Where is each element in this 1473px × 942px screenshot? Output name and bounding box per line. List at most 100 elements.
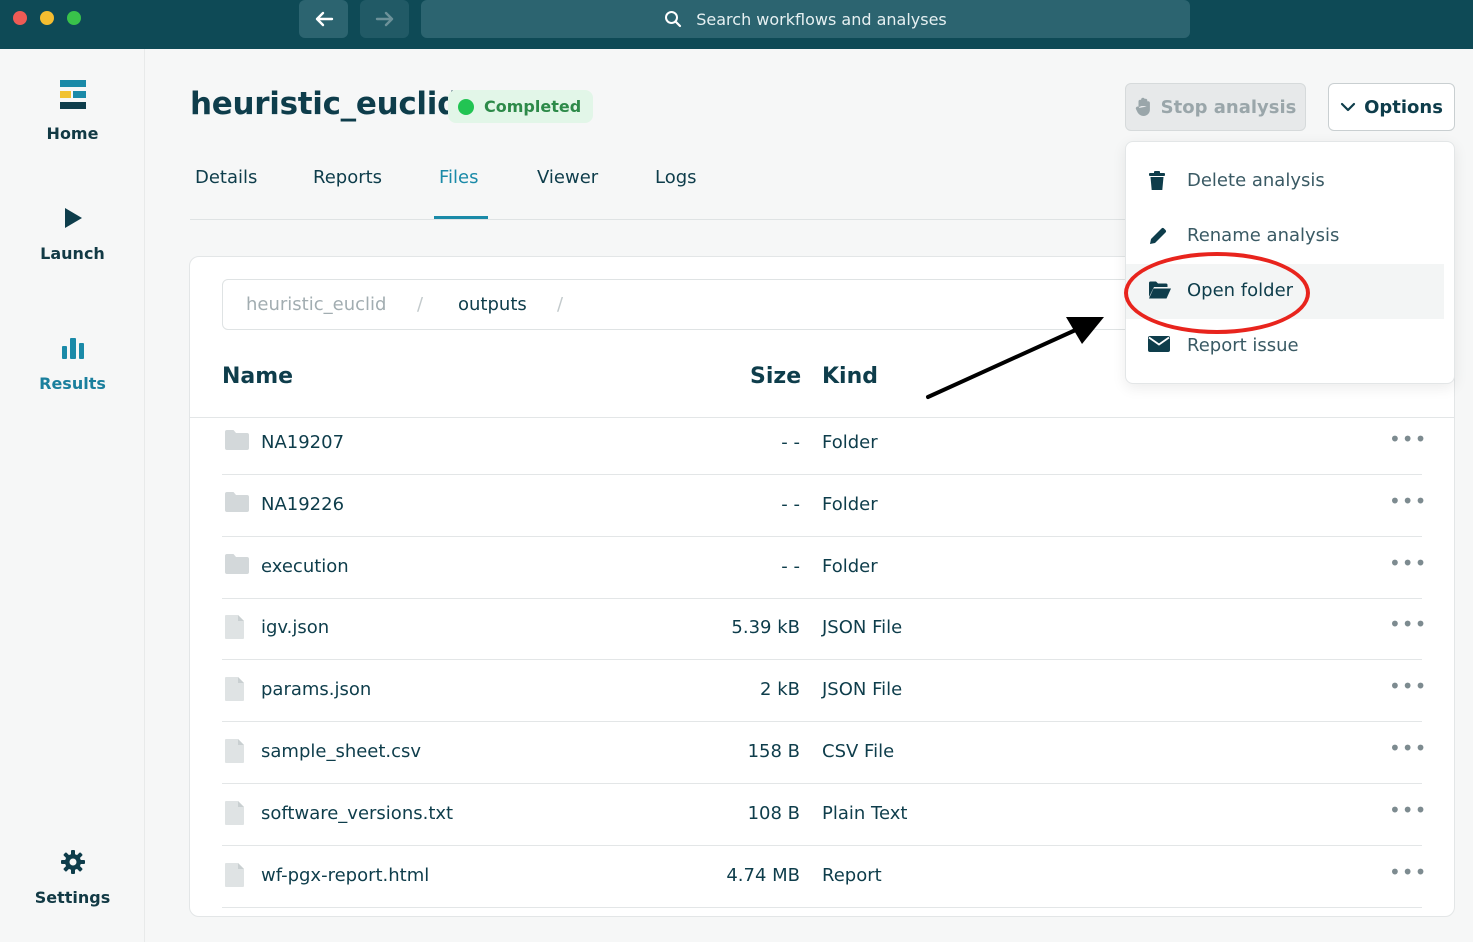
logo-icon bbox=[59, 80, 86, 109]
more-actions-button[interactable]: ••• bbox=[1389, 860, 1427, 884]
tab-viewer[interactable]: Viewer bbox=[537, 167, 598, 188]
breadcrumb-separator: / bbox=[557, 294, 564, 315]
sidebar-item-launch[interactable]: Launch bbox=[0, 198, 145, 263]
file-kind: Report bbox=[822, 864, 882, 886]
file-name[interactable]: wf-pgx-report.html bbox=[261, 865, 429, 886]
more-actions-button[interactable]: ••• bbox=[1389, 798, 1427, 822]
more-actions-button[interactable]: ••• bbox=[1389, 427, 1427, 451]
page-title: heuristic_euclid bbox=[190, 86, 459, 122]
tab-reports[interactable]: Reports bbox=[313, 167, 382, 188]
breadcrumb-root[interactable]: heuristic_euclid bbox=[246, 294, 386, 315]
chevron-down-icon bbox=[1340, 102, 1356, 112]
table-row[interactable]: wf-pgx-report.html 4.74 MB Report ••• bbox=[222, 846, 1426, 908]
forward-button[interactable] bbox=[360, 0, 409, 38]
search-bar[interactable]: Search workflows and analyses bbox=[421, 0, 1190, 38]
sidebar: Home Launch Results Settings bbox=[0, 49, 145, 942]
more-actions-button[interactable]: ••• bbox=[1389, 489, 1427, 513]
tab-files[interactable]: Files bbox=[439, 167, 479, 188]
table-row[interactable]: NA19207 - - Folder ••• bbox=[222, 413, 1426, 475]
pencil-icon bbox=[1150, 227, 1167, 244]
table-row[interactable]: igv.json 5.39 kB JSON File ••• bbox=[222, 598, 1426, 661]
sidebar-item-label: Home bbox=[46, 124, 99, 143]
bar-chart-icon bbox=[61, 338, 84, 359]
options-label: Options bbox=[1364, 96, 1443, 118]
menu-item-delete-analysis[interactable]: Delete analysis bbox=[1126, 154, 1444, 209]
maximize-window-button[interactable] bbox=[67, 11, 81, 25]
file-size: 5.39 kB bbox=[731, 617, 800, 639]
more-actions-button[interactable]: ••• bbox=[1389, 551, 1427, 575]
more-actions-button[interactable]: ••• bbox=[1389, 612, 1427, 636]
file-kind: Plain Text bbox=[822, 802, 908, 824]
gear-icon bbox=[60, 850, 85, 874]
folder-icon bbox=[224, 553, 250, 579]
file-kind: JSON File bbox=[822, 679, 903, 701]
breadcrumb-separator: / bbox=[417, 294, 424, 315]
file-size: - - bbox=[781, 493, 800, 515]
annotation-highlight-circle bbox=[1124, 252, 1310, 334]
column-header-kind[interactable]: Kind bbox=[822, 364, 878, 389]
back-button[interactable] bbox=[299, 0, 348, 38]
status-label: Completed bbox=[484, 97, 582, 116]
more-actions-button[interactable]: ••• bbox=[1389, 674, 1427, 698]
close-window-button[interactable] bbox=[13, 11, 27, 25]
trash-icon bbox=[1149, 171, 1165, 190]
file-icon bbox=[224, 862, 246, 892]
file-name[interactable]: execution bbox=[261, 556, 349, 577]
file-name[interactable]: software_versions.txt bbox=[261, 803, 453, 824]
file-size: 158 B bbox=[747, 741, 800, 762]
hand-icon bbox=[1135, 97, 1150, 117]
file-icon bbox=[224, 676, 246, 706]
sidebar-item-label: Settings bbox=[34, 888, 111, 907]
status-dot-icon bbox=[458, 98, 474, 115]
options-button[interactable]: Options bbox=[1328, 83, 1455, 131]
minimize-window-button[interactable] bbox=[40, 11, 54, 25]
sidebar-item-settings[interactable]: Settings bbox=[0, 842, 145, 907]
file-kind: Folder bbox=[822, 432, 878, 453]
table-row[interactable]: software_versions.txt 108 B Plain Text ••• bbox=[222, 784, 1426, 846]
search-placeholder: Search workflows and analyses bbox=[696, 9, 947, 29]
file-name[interactable]: NA19207 bbox=[261, 432, 344, 453]
table-row[interactable]: execution - - Folder ••• bbox=[222, 537, 1426, 599]
tab-bar: Details Reports Files Viewer Logs bbox=[190, 160, 1150, 220]
sidebar-item-label: Results bbox=[39, 374, 106, 393]
envelope-icon bbox=[1148, 336, 1170, 352]
search-icon bbox=[665, 11, 682, 28]
menu-item-label: Report issue bbox=[1187, 335, 1299, 356]
play-icon bbox=[64, 208, 82, 228]
table-row[interactable]: params.json 2 kB JSON File ••• bbox=[222, 660, 1426, 723]
file-size: 2 kB bbox=[760, 679, 800, 701]
file-size: - - bbox=[781, 555, 800, 577]
breadcrumb-current[interactable]: outputs bbox=[458, 294, 527, 315]
file-icon bbox=[224, 800, 246, 830]
file-kind: JSON File bbox=[822, 617, 903, 639]
window-titlebar: Search workflows and analyses bbox=[0, 0, 1473, 49]
tab-logs[interactable]: Logs bbox=[655, 167, 697, 188]
file-size: 4.74 MB bbox=[726, 864, 800, 886]
column-header-name[interactable]: Name bbox=[222, 364, 293, 389]
file-kind: Folder bbox=[822, 493, 878, 515]
folder-icon bbox=[224, 491, 250, 517]
sidebar-item-results[interactable]: Results bbox=[0, 328, 145, 393]
table-row[interactable]: sample_sheet.csv 158 B CSV File ••• bbox=[222, 722, 1426, 784]
file-name[interactable]: NA19226 bbox=[261, 494, 344, 515]
arrow-left-icon bbox=[315, 11, 333, 27]
file-name[interactable]: sample_sheet.csv bbox=[261, 741, 421, 762]
active-tab-indicator bbox=[434, 216, 488, 219]
folder-icon bbox=[224, 429, 250, 455]
stop-analysis-button[interactable]: Stop analysis bbox=[1125, 83, 1306, 131]
more-actions-button[interactable]: ••• bbox=[1389, 736, 1427, 760]
file-icon bbox=[224, 614, 246, 644]
sidebar-item-label: Launch bbox=[40, 244, 105, 263]
column-header-size[interactable]: Size bbox=[750, 364, 801, 389]
file-size: 108 B bbox=[747, 802, 800, 824]
tab-details[interactable]: Details bbox=[195, 167, 257, 188]
file-name[interactable]: params.json bbox=[261, 679, 371, 700]
file-kind: Folder bbox=[822, 555, 878, 577]
arrow-right-icon bbox=[375, 11, 393, 27]
sidebar-item-home[interactable]: Home bbox=[0, 78, 145, 143]
menu-item-label: Delete analysis bbox=[1187, 170, 1325, 191]
stop-analysis-label: Stop analysis bbox=[1160, 96, 1297, 118]
table-row[interactable]: NA19226 - - Folder ••• bbox=[222, 475, 1426, 537]
file-size: - - bbox=[781, 432, 800, 453]
file-name[interactable]: igv.json bbox=[261, 617, 329, 638]
